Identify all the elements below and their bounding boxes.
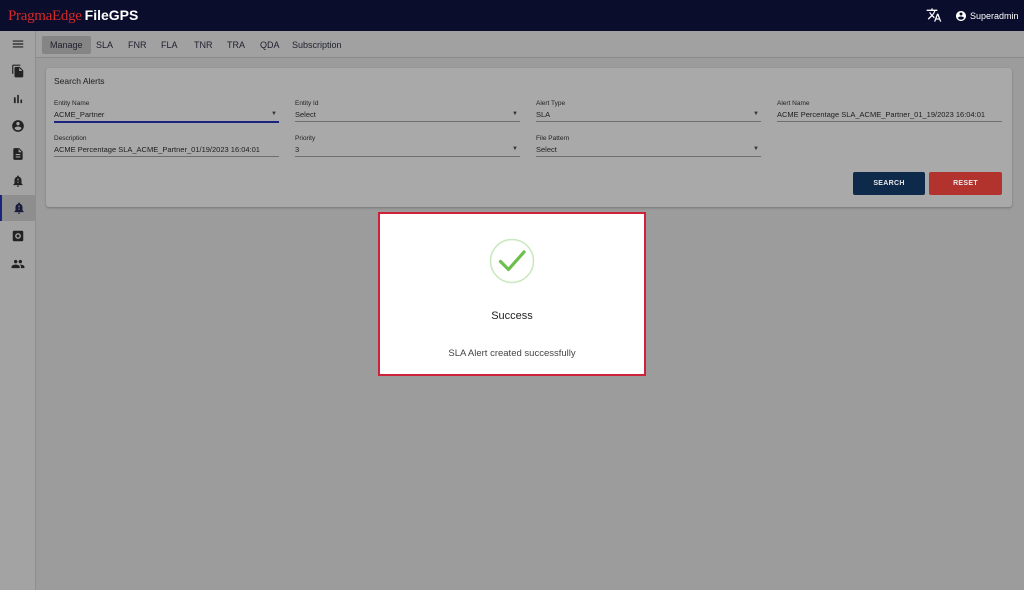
- description-input[interactable]: Description ACME Percentage SLA_ACME_Par…: [54, 135, 279, 157]
- dropdown-arrow-icon: ▼: [753, 146, 759, 152]
- brand-product: FileGPS: [84, 7, 139, 23]
- menu-icon[interactable]: [0, 31, 36, 57]
- field-label: Description: [54, 135, 87, 142]
- account-icon[interactable]: [0, 113, 36, 139]
- search-button[interactable]: SEARCH: [853, 172, 925, 195]
- field-underline: [777, 121, 1002, 122]
- user-name: Superadmin: [970, 10, 1019, 21]
- tab-fnr[interactable]: FNR: [120, 36, 155, 54]
- priority-select[interactable]: Priority 3 ▼: [295, 135, 520, 157]
- field-value: Select: [295, 110, 316, 119]
- reset-button[interactable]: RESET: [929, 172, 1002, 195]
- alert-bell-active-icon[interactable]: [0, 195, 36, 221]
- dialog-title: Success: [491, 310, 533, 322]
- field-label: Priority: [295, 135, 316, 142]
- dropdown-arrow-icon: ▼: [512, 146, 518, 152]
- tab-tra[interactable]: TRA: [219, 36, 253, 54]
- field-value: Select: [536, 145, 557, 154]
- entity-name-select[interactable]: Entity Name ACME_Partner ▼: [54, 100, 279, 123]
- field-underline: [54, 156, 279, 157]
- file-pattern-select[interactable]: File Pattern Select ▼: [536, 135, 761, 157]
- dropdown-arrow-icon: ▼: [271, 111, 277, 117]
- card-title: Search Alerts: [54, 76, 105, 86]
- dialog-message: SLA Alert created successfully: [448, 348, 576, 359]
- field-label: Alert Type: [536, 100, 566, 107]
- field-underline: [295, 156, 520, 157]
- sidebar: [0, 31, 36, 590]
- alert-bell-icon[interactable]: [0, 168, 36, 194]
- entity-id-select[interactable]: Entity Id Select ▼: [295, 100, 520, 122]
- success-check-icon: [489, 238, 535, 284]
- translate-icon[interactable]: [926, 7, 944, 25]
- field-value: 3: [295, 145, 300, 154]
- field-underline: [54, 121, 279, 123]
- field-underline: [536, 121, 761, 122]
- tab-manage[interactable]: Manage: [42, 36, 91, 54]
- account-circle-icon: [956, 10, 966, 21]
- tab-fla[interactable]: FLA: [153, 36, 186, 54]
- document-icon[interactable]: [0, 141, 36, 167]
- tab-tnr[interactable]: TNR: [186, 36, 221, 54]
- dropdown-arrow-icon: ▼: [753, 111, 759, 117]
- alert-name-input[interactable]: Alert Name ACME Percentage SLA_ACME_Part…: [777, 100, 1002, 122]
- field-value: SLA: [536, 110, 551, 119]
- field-label: Entity Id: [295, 100, 319, 107]
- field-underline: [295, 121, 520, 122]
- top-bar: PragmaEdge FileGPS Superadmin: [0, 0, 1024, 31]
- dropdown-arrow-icon: ▼: [512, 111, 518, 117]
- field-value: ACME Percentage SLA_ACME_Partner_01/19/2…: [54, 145, 260, 154]
- field-label: Entity Name: [54, 100, 90, 107]
- bar-chart-icon[interactable]: [0, 86, 36, 112]
- tab-bar: Manage SLA FNR FLA TNR TRA QDA Subscript…: [36, 31, 1024, 58]
- settings-box-icon[interactable]: [0, 223, 36, 249]
- people-icon[interactable]: [0, 251, 36, 277]
- alert-type-select[interactable]: Alert Type SLA ▼: [536, 100, 761, 122]
- brand-logo[interactable]: PragmaEdge FileGPS: [8, 7, 138, 25]
- field-value: ACME_Partner: [54, 110, 105, 119]
- files-icon[interactable]: [0, 58, 36, 84]
- tab-sla[interactable]: SLA: [88, 36, 121, 54]
- user-menu[interactable]: Superadmin: [955, 8, 1019, 23]
- field-label: File Pattern: [536, 135, 570, 142]
- tab-subscription[interactable]: Subscription: [284, 36, 350, 54]
- field-underline: [536, 156, 761, 157]
- success-dialog: Success SLA Alert created successfully: [378, 212, 646, 376]
- brand-primary: PragmaEdge: [8, 8, 82, 24]
- field-value: ACME Percentage SLA_ACME_Partner_01_19/2…: [777, 110, 986, 119]
- field-label: Alert Name: [777, 100, 810, 107]
- tab-qda[interactable]: QDA: [252, 36, 288, 54]
